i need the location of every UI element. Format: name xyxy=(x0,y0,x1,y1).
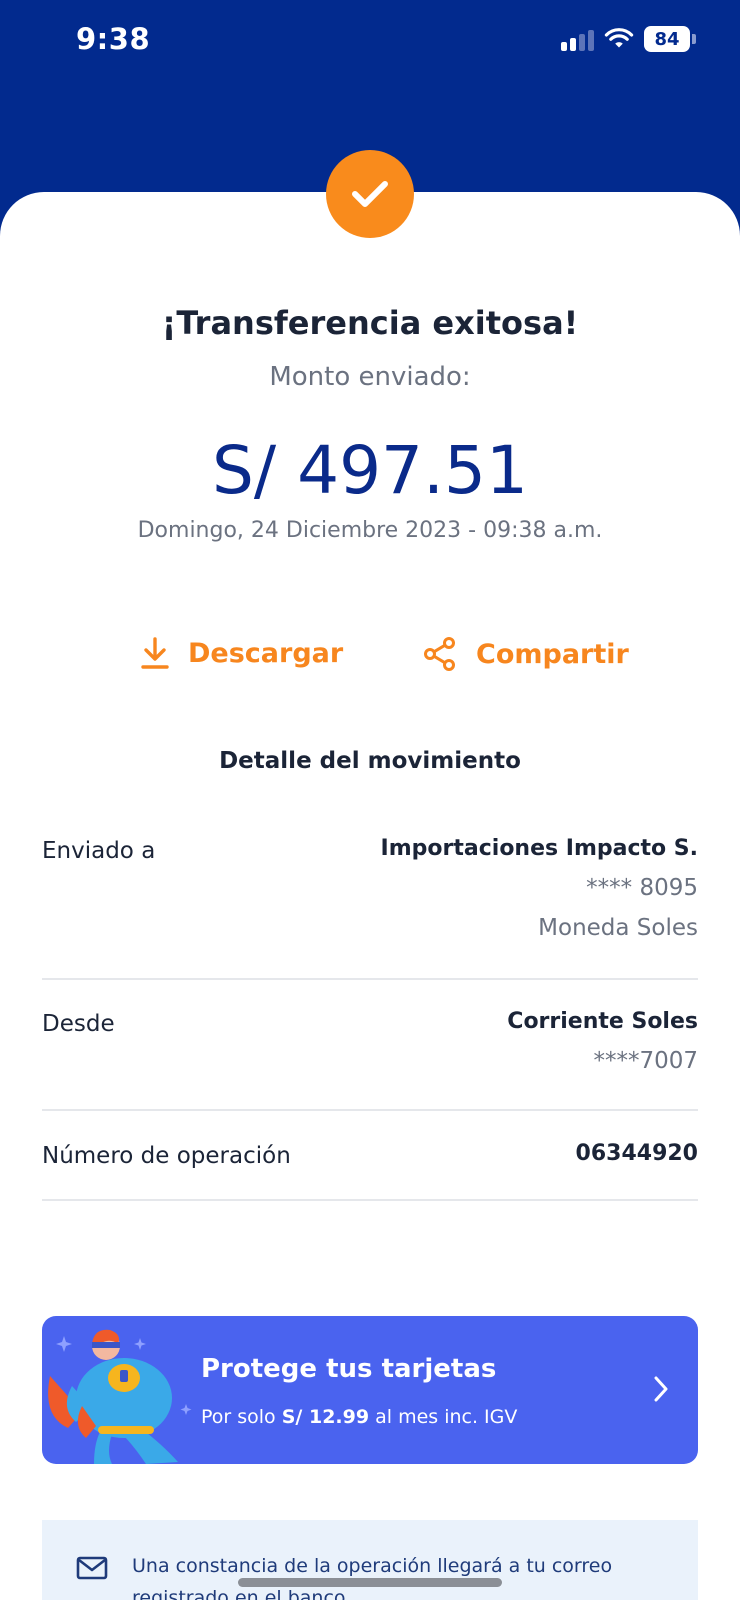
sent-to-label: Enviado a xyxy=(42,838,156,864)
recipient-currency: Moneda Soles xyxy=(538,915,698,941)
battery-icon: 84 xyxy=(644,26,696,52)
recipient-account: **** 8095 xyxy=(586,875,698,901)
download-icon xyxy=(141,637,169,669)
card-protection-banner[interactable]: Protege tus tarjetas Por solo S/ 12.99 a… xyxy=(42,1316,698,1464)
transfer-date: Domingo, 24 Diciembre 2023 - 09:38 a.m. xyxy=(137,518,603,543)
divider xyxy=(42,1109,698,1111)
download-label: Descargar xyxy=(188,637,344,669)
envelope-icon xyxy=(76,1556,108,1580)
divider xyxy=(42,978,698,980)
source-account-number: ****7007 xyxy=(593,1048,698,1074)
superhero-illustration xyxy=(48,1329,192,1464)
operation-number-label: Número de operación xyxy=(42,1143,291,1169)
signal-icon xyxy=(561,27,594,51)
email-notice: Una constancia de la operación llegará a… xyxy=(42,1520,698,1600)
status-time: 9:38 xyxy=(76,22,151,56)
download-button[interactable]: Descargar xyxy=(140,636,343,670)
share-icon xyxy=(424,637,455,671)
check-icon xyxy=(352,181,388,207)
home-indicator[interactable] xyxy=(238,1578,502,1587)
sent-to-values: Importaciones Impacto S. **** 8095 Moned… xyxy=(381,836,698,941)
amount-label: Monto enviado: xyxy=(269,362,471,392)
source-account-type: Corriente Soles xyxy=(507,1009,698,1034)
share-button[interactable]: Compartir xyxy=(422,636,629,672)
detail-title: Detalle del movimiento xyxy=(219,748,521,774)
battery-level: 84 xyxy=(644,26,690,52)
promo-subtitle: Por solo S/ 12.99 al mes inc. IGV xyxy=(201,1406,518,1428)
success-title: ¡Transferencia exitosa! xyxy=(161,304,579,342)
operation-number-values: 06344920 xyxy=(576,1141,698,1166)
notice-text: Una constancia de la operación llegará a… xyxy=(132,1555,613,1600)
chevron-right-icon xyxy=(654,1376,668,1402)
amount-value: S/ 497.51 xyxy=(211,432,529,509)
recipient-name: Importaciones Impacto S. xyxy=(380,836,698,861)
wifi-icon xyxy=(604,28,634,48)
promo-title: Protege tus tarjetas xyxy=(201,1354,497,1384)
divider xyxy=(42,1199,698,1201)
promo-price: S/ 12.99 xyxy=(281,1406,370,1428)
share-label: Compartir xyxy=(476,638,629,670)
status-icons: 84 xyxy=(561,26,696,52)
from-values: Corriente Soles ****7007 xyxy=(507,1009,698,1074)
operation-number: 06344920 xyxy=(575,1141,698,1166)
from-label: Desde xyxy=(42,1011,115,1037)
success-badge xyxy=(326,150,414,238)
